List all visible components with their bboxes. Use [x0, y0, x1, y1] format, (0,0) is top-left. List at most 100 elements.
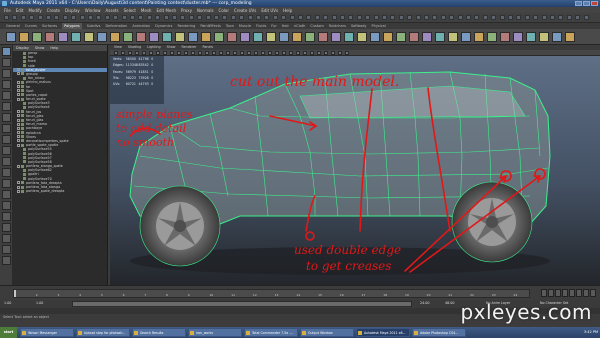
- minimize-button[interactable]: [575, 1, 582, 6]
- toolbox-tool-icon[interactable]: [2, 201, 11, 210]
- status-line-tool[interactable]: [79, 15, 85, 20]
- status-line-tool[interactable]: [398, 15, 404, 20]
- status-line-tool[interactable]: [583, 15, 589, 20]
- menu-normals[interactable]: Normals: [197, 8, 214, 13]
- toolbox-tool-icon[interactable]: [2, 124, 11, 133]
- viewport-tool-icon[interactable]: [289, 51, 293, 55]
- status-line-tool[interactable]: [415, 15, 421, 20]
- status-line-tool[interactable]: [29, 15, 35, 20]
- status-line-tool[interactable]: [138, 15, 144, 20]
- status-line-tool[interactable]: [281, 15, 287, 20]
- menu-window[interactable]: Window: [85, 8, 101, 13]
- shelf-tool-icon[interactable]: [474, 32, 484, 42]
- toolbox-tool-icon[interactable]: [2, 58, 11, 67]
- expand-toggle-icon[interactable]: [17, 143, 20, 147]
- shelf-tool-icon[interactable]: [552, 32, 562, 42]
- status-line-tool[interactable]: [46, 15, 51, 20]
- viewport-tool-icon[interactable]: [338, 51, 342, 55]
- status-line-tool[interactable]: [340, 15, 345, 20]
- taskbar-item[interactable]: Autodesk Maya 2011 x6...: [356, 328, 410, 337]
- status-line-tool[interactable]: [482, 15, 488, 20]
- status-line-tool[interactable]: [298, 15, 303, 20]
- shelf-tool-icon[interactable]: [84, 32, 94, 42]
- menu-select[interactable]: Select: [124, 8, 136, 13]
- viewport-tool-icon[interactable]: [121, 51, 125, 55]
- status-line-tool[interactable]: [449, 15, 455, 20]
- viewport-tool-icon[interactable]: [226, 51, 230, 55]
- toolbox-tool-icon[interactable]: [2, 102, 11, 111]
- close-button[interactable]: [591, 1, 598, 6]
- go-to-start-button[interactable]: [541, 289, 547, 297]
- status-line-tool[interactable]: [155, 15, 161, 20]
- maximize-button[interactable]: [583, 1, 590, 6]
- go-to-end-button[interactable]: [590, 289, 596, 297]
- time-slider[interactable]: 123456789101112131415161718192021222324: [0, 285, 600, 300]
- toolbox-tool-icon[interactable]: [2, 245, 11, 254]
- viewport-tool-icon[interactable]: [114, 51, 118, 55]
- toolbox-tool-icon[interactable]: [2, 212, 11, 221]
- viewport-tool-icon[interactable]: [219, 51, 223, 55]
- viewport-tool-icon[interactable]: [282, 51, 286, 55]
- shelf-tool-icon[interactable]: [383, 32, 393, 42]
- viewport-tool-icon[interactable]: [331, 51, 335, 55]
- shelf-tool-icon[interactable]: [19, 32, 29, 42]
- status-line-tool[interactable]: [365, 15, 371, 20]
- status-line-tool[interactable]: [306, 15, 312, 20]
- menu-create[interactable]: Create: [47, 8, 60, 13]
- step-forward-key-button[interactable]: [583, 289, 589, 297]
- status-line-tool[interactable]: [121, 15, 127, 20]
- expand-toggle-icon[interactable]: [17, 118, 20, 122]
- status-line-tool[interactable]: [575, 15, 581, 20]
- status-line-tool[interactable]: [331, 15, 337, 20]
- range-current-field[interactable]: 1.00: [36, 301, 43, 305]
- expand-toggle-icon[interactable]: [17, 110, 20, 114]
- viewport-tool-icon[interactable]: [177, 51, 181, 55]
- shelf-tool-icon[interactable]: [357, 32, 367, 42]
- toolbox-tool-icon[interactable]: [2, 190, 11, 199]
- shelf-tool-icon[interactable]: [136, 32, 146, 42]
- status-line-tool[interactable]: [230, 15, 236, 20]
- taskbar-item[interactable]: Yahoo! Messenger: [20, 328, 74, 337]
- step-back-key-button[interactable]: [548, 289, 554, 297]
- shelf-tool-icon[interactable]: [201, 32, 211, 42]
- toolbox-tool-icon[interactable]: [2, 168, 11, 177]
- shelf-tool-icon[interactable]: [318, 32, 328, 42]
- shelf-tool-icon[interactable]: [526, 32, 536, 42]
- viewport-tool-icon[interactable]: [240, 51, 244, 55]
- taskbar-item[interactable]: Adobe Photoshop CS4...: [412, 328, 466, 337]
- toolbox-tool-icon[interactable]: [2, 157, 11, 166]
- menu-edit[interactable]: Edit: [16, 8, 24, 13]
- expand-toggle-icon[interactable]: [17, 72, 20, 76]
- menu-create-uvs[interactable]: Create UVs: [234, 8, 256, 13]
- status-line-tool[interactable]: [62, 15, 68, 20]
- expand-toggle-icon[interactable]: [17, 185, 20, 189]
- status-line-tool[interactable]: [499, 15, 505, 20]
- expand-toggle-icon[interactable]: [17, 122, 20, 126]
- status-line-tool[interactable]: [508, 15, 513, 20]
- shelf-tool-icon[interactable]: [279, 32, 289, 42]
- shelf-tool-icon[interactable]: [175, 32, 185, 42]
- expand-toggle-icon[interactable]: [17, 164, 20, 168]
- viewport-tool-icon[interactable]: [296, 51, 300, 55]
- viewport-tool-icon[interactable]: [191, 51, 195, 55]
- menu-edit-uvs[interactable]: Edit UVs: [261, 8, 278, 13]
- step-back-button[interactable]: [555, 289, 561, 297]
- shelf-tool-icon[interactable]: [162, 32, 172, 42]
- perspective-viewport[interactable]: cut out the main model. simple planes to…: [110, 56, 600, 285]
- viewport-tool-icon[interactable]: [317, 51, 321, 55]
- shelf-tool-icon[interactable]: [45, 32, 55, 42]
- toolbox-tool-icon[interactable]: [2, 47, 11, 56]
- shelf-tool-icon[interactable]: [253, 32, 263, 42]
- shelf-tool-icon[interactable]: [71, 32, 81, 42]
- toolbox-tool-icon[interactable]: [2, 91, 11, 100]
- status-line-tool[interactable]: [172, 15, 177, 20]
- shelf-tool-icon[interactable]: [110, 32, 120, 42]
- viewport-tool-icon[interactable]: [142, 51, 146, 55]
- viewport-tool-icon[interactable]: [275, 51, 279, 55]
- viewport-tool-icon[interactable]: [128, 51, 132, 55]
- viewport-tool-icon[interactable]: [261, 51, 265, 55]
- viewport-tool-icon[interactable]: [303, 51, 307, 55]
- status-line-tool[interactable]: [541, 15, 547, 20]
- taskbar-item[interactable]: Search Results: [132, 328, 186, 337]
- viewport-tool-icon[interactable]: [310, 51, 314, 55]
